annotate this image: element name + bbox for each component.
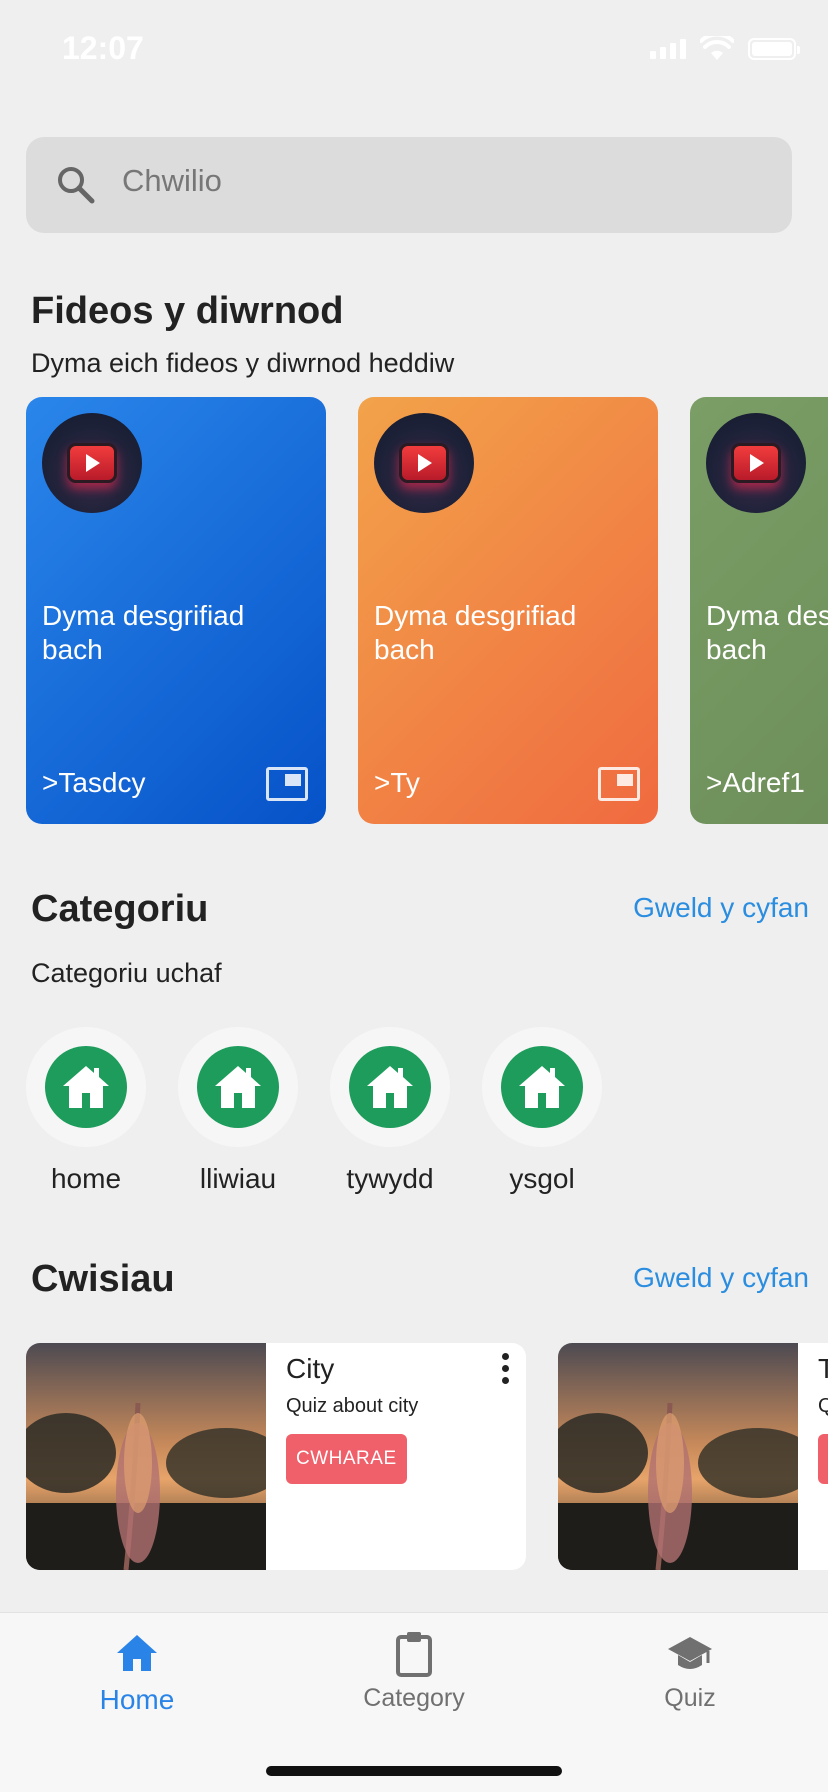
wifi-icon [700, 36, 734, 60]
category-label: ysgol [509, 1163, 575, 1194]
category-item-ysgol[interactable]: ysgol [482, 1027, 602, 1195]
battery-icon [748, 38, 800, 60]
nav-tab-label: Home [99, 1684, 175, 1715]
category-label: tywydd [346, 1163, 434, 1194]
clipboard-icon [396, 1632, 432, 1677]
house-icon [215, 1066, 261, 1108]
video-tag: >Tasdcy [42, 767, 146, 798]
categories-see-all-link[interactable]: Gweld y cyfan [633, 892, 809, 924]
video-tag: >Adref1 [706, 767, 805, 798]
signal-icon [650, 39, 686, 59]
home-indicator [266, 1766, 562, 1776]
category-item-home[interactable]: home [26, 1027, 146, 1195]
play-quiz-button[interactable]: CWHARAE [286, 1434, 407, 1484]
video-channel-avatar [42, 413, 142, 513]
graduation-cap-icon [668, 1637, 712, 1669]
home-screen: 12:07 Chwilio Fideos y diwrnod Dyma eich… [0, 0, 828, 1792]
nav-tab-category[interactable]: Category [314, 1629, 514, 1713]
status-time: 12:07 [62, 30, 144, 66]
house-icon [63, 1066, 109, 1108]
picture-in-picture-icon[interactable] [266, 767, 308, 801]
quiz-thumbnail [26, 1343, 266, 1570]
video-card[interactable]: Dyma desgrifiad bach >Adref1 [690, 397, 828, 824]
quiz-section-title: Cwisiau [31, 1258, 175, 1300]
video-channel-avatar [374, 413, 474, 513]
nav-tab-home[interactable]: Home [37, 1629, 237, 1716]
more-options-icon[interactable] [502, 1353, 510, 1389]
category-label: lliwiau [199, 1163, 277, 1194]
videos-section-subtitle: Dyma eich fideos y diwrnod heddiw [31, 348, 455, 378]
category-avatar [178, 1027, 298, 1147]
play-video-icon [731, 443, 781, 483]
video-channel-avatar [706, 413, 806, 513]
quiz-description: Quiz about city [286, 1395, 419, 1417]
play-video-icon [399, 443, 449, 483]
play-video-icon [67, 443, 117, 483]
search-placeholder: Chwilio [122, 163, 222, 198]
category-item-tywydd[interactable]: tywydd [330, 1027, 450, 1195]
status-bar: 12:07 [0, 0, 828, 100]
quiz-title: T [818, 1353, 828, 1384]
category-avatar [26, 1027, 146, 1147]
nav-tab-label: Category [363, 1684, 465, 1712]
quiz-description: Q [818, 1395, 828, 1417]
nav-tab-label: Quiz [664, 1684, 716, 1712]
categories-section-title: Categoriu [31, 888, 209, 930]
video-card[interactable]: Dyma desgrifiad bach >Tasdcy [26, 397, 326, 824]
video-description: Dyma desgrifiad bach [374, 600, 577, 665]
quiz-see-all-link[interactable]: Gweld y cyfan [633, 1262, 809, 1294]
status-icons [650, 36, 800, 62]
video-tag: >Ty [374, 767, 420, 798]
quiz-card-body: T Q [798, 1343, 828, 1570]
quiz-card[interactable]: T Q [558, 1343, 828, 1570]
search-input[interactable]: Chwilio [26, 137, 792, 233]
home-icon [117, 1635, 157, 1671]
video-description: Dyma desgrifiad bach [42, 600, 245, 665]
nav-tab-quiz[interactable]: Quiz [590, 1629, 790, 1713]
video-card[interactable]: Dyma desgrifiad bach >Ty [358, 397, 658, 824]
quiz-card[interactable]: City Quiz about city CWHARAE [26, 1343, 526, 1570]
quiz-card-body: City Quiz about city CWHARAE [266, 1343, 526, 1570]
category-avatar [482, 1027, 602, 1147]
play-quiz-button[interactable] [818, 1434, 828, 1484]
bottom-navigation: Home Category Quiz [0, 1612, 828, 1792]
house-icon [519, 1066, 565, 1108]
house-icon [367, 1066, 413, 1108]
video-description: Dyma desgrifiad bach [706, 600, 828, 665]
categories-section-subtitle: Categoriu uchaf [31, 958, 222, 988]
category-item-lliwiau[interactable]: lliwiau [178, 1027, 298, 1195]
picture-in-picture-icon[interactable] [598, 767, 640, 801]
quiz-title: City [286, 1353, 335, 1384]
category-label: home [50, 1163, 122, 1194]
category-avatar [330, 1027, 450, 1147]
search-icon [58, 167, 95, 204]
videos-section-title: Fideos y diwrnod [31, 290, 344, 332]
quiz-thumbnail [558, 1343, 798, 1570]
